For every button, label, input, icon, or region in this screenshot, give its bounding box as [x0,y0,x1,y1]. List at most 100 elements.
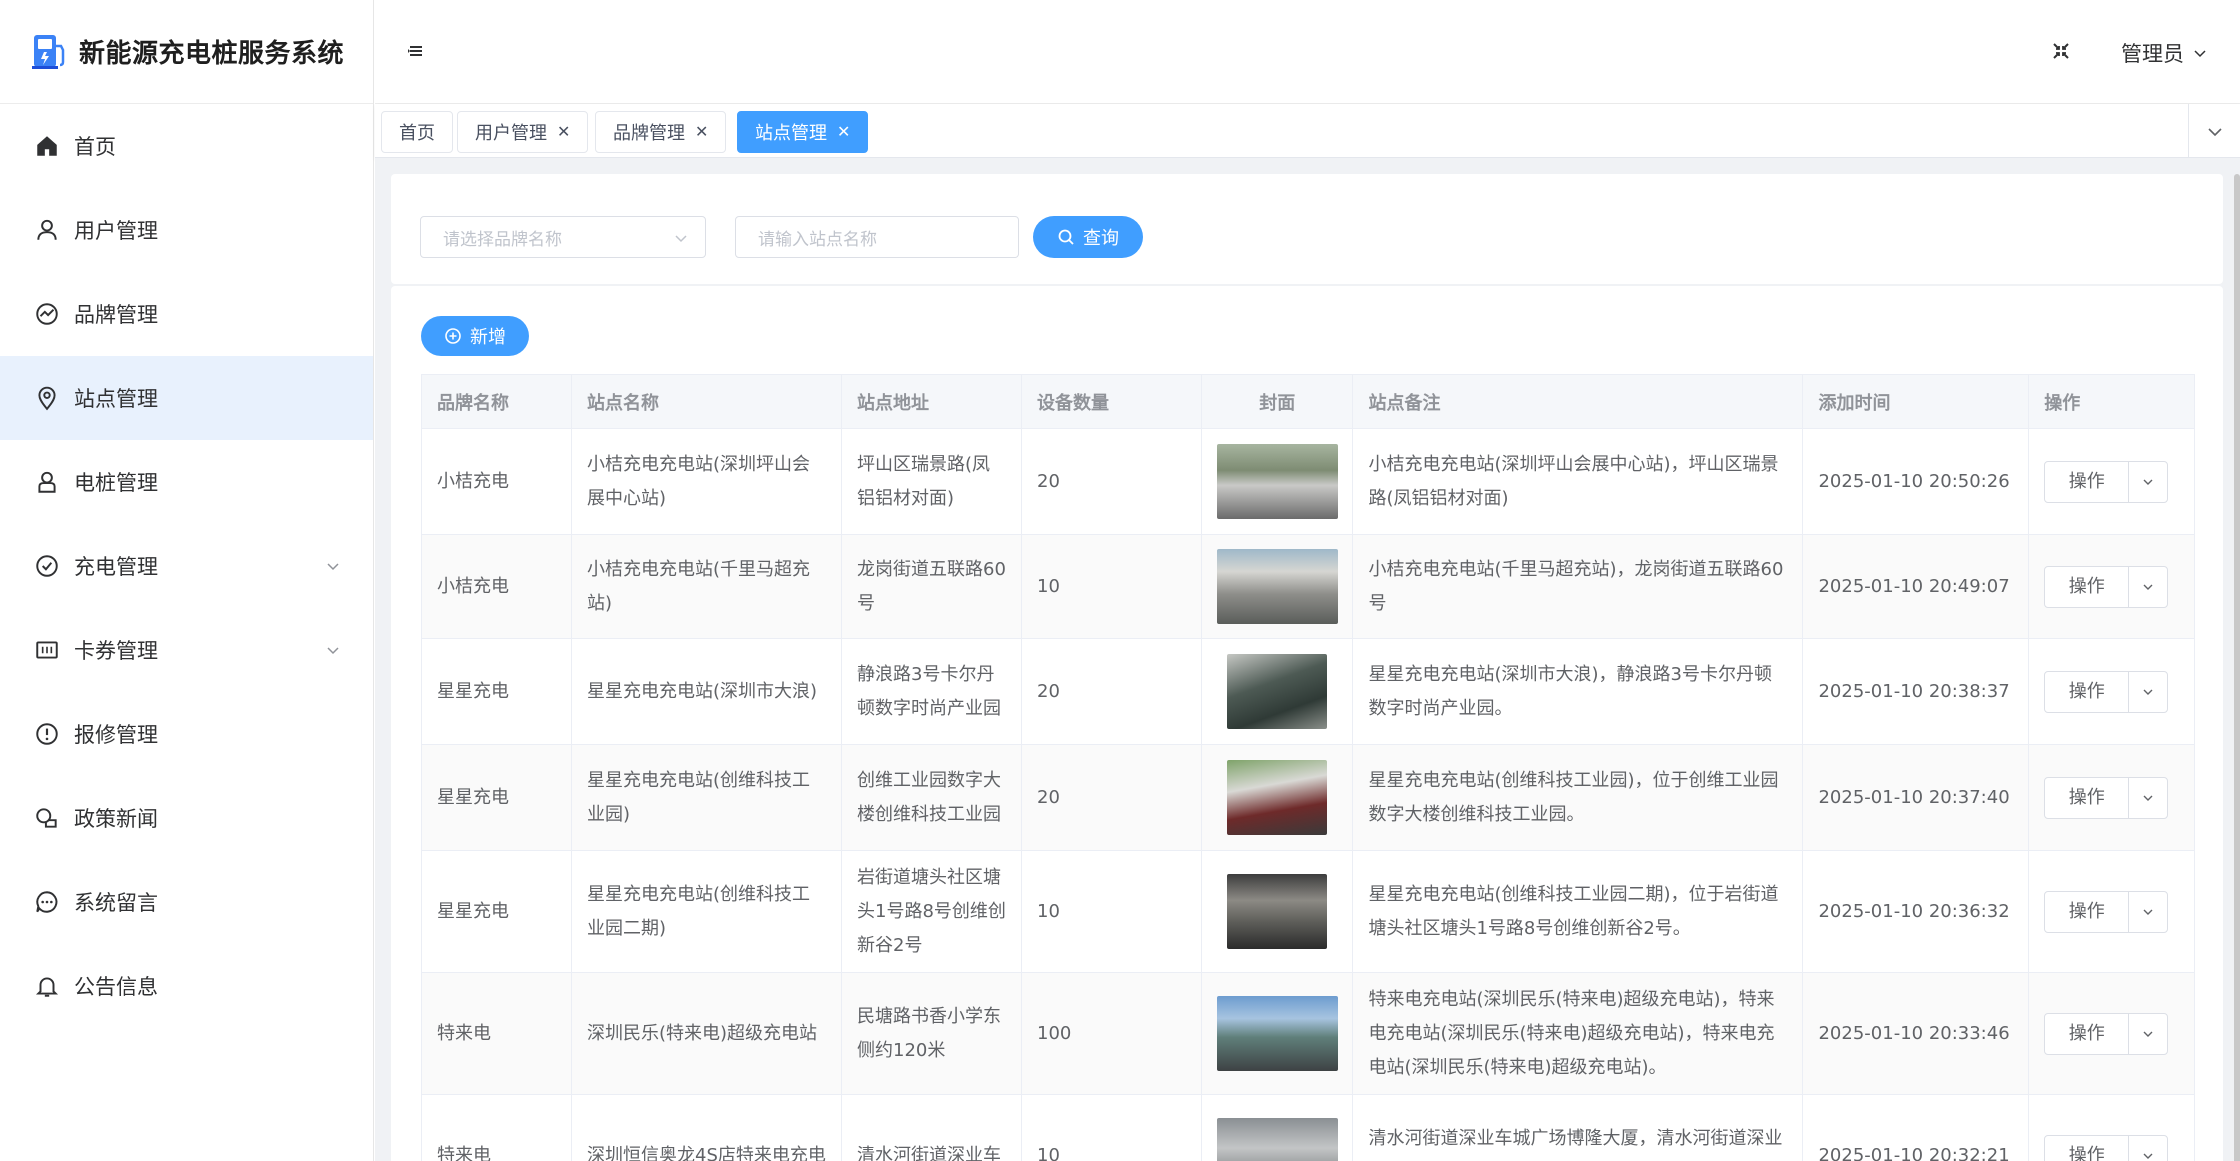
stations-table: 品牌名称 站点名称 站点地址 设备数量 封面 站点备注 添加时间 操作 小桔充电… [421,374,2195,1161]
top-header: 管理员 [375,0,2240,104]
cover-image[interactable] [1217,996,1339,1071]
cell-name: 深圳民乐(特来电)超级充电站 [570,972,843,1095]
chevron-down-icon [2207,128,2222,137]
column-header: 添加时间 [1802,374,2030,429]
cell-count: 20 [1021,428,1203,535]
cell-address: 岩街道塘头社区塘头1号路8号创维创新谷2号 [841,850,1023,973]
actions-label: 操作 [2045,566,2130,607]
column-header: 站点地址 [841,374,1023,429]
sidebar-item-charging[interactable]: 充电管理 [0,524,373,608]
actions-dropdown[interactable]: 操作 [2044,565,2169,608]
column-header: 设备数量 [1021,374,1203,429]
tab-label: 用户管理 [475,123,547,144]
chevron-down-icon[interactable] [2129,475,2167,489]
tab-users[interactable]: 用户管理 ✕ [457,111,589,153]
cell-actions: 操作 [2028,744,2195,851]
table-row: 特来电 深圳民乐(特来电)超级充电站 民塘路书香小学东侧约120米 100 特来… [421,972,2195,1095]
actions-label: 操作 [2045,461,2130,502]
vertical-scrollbar[interactable] [2234,174,2240,1161]
sidebar-item-users[interactable]: 用户管理 [0,188,373,272]
menu-toggle-icon[interactable] [407,42,425,60]
actions-dropdown[interactable]: 操作 [2044,776,2169,819]
cell-count: 20 [1021,744,1203,851]
sidebar-item-stations[interactable]: 站点管理 [0,356,373,440]
table-row: 星星充电 星星充电充电站(创维科技工业园二期) 岩街道塘头社区塘头1号路8号创维… [421,850,2195,973]
cover-image[interactable] [1217,549,1339,624]
brand-icon [34,301,60,327]
brand-select-placeholder: 请选择品牌名称 [443,229,562,250]
close-icon[interactable]: ✕ [557,124,570,140]
sidebar-item-repairs[interactable]: 报修管理 [0,692,373,776]
actions-dropdown[interactable]: 操作 [2044,670,2169,713]
cell-actions: 操作 [2028,850,2195,973]
cell-time: 2025-01-10 20:36:32 [1802,850,2030,973]
actions-dropdown[interactable]: 操作 [2044,1134,2169,1161]
cell-brand: 星星充电 [421,744,572,851]
cell-time: 2025-01-10 20:50:26 [1802,428,2030,535]
sidebar-item-home[interactable]: 首页 [0,104,373,188]
cell-cover [1201,428,1354,535]
query-button[interactable]: 查询 [1033,216,1143,258]
sidebar-item-label: 电桩管理 [74,471,158,495]
sidebar-item-label: 政策新闻 [74,807,158,831]
chevron-down-icon[interactable] [2129,905,2167,919]
actions-dropdown[interactable]: 操作 [2044,890,2169,933]
fullscreen-icon[interactable] [2052,42,2070,60]
tab-label: 首页 [399,123,435,144]
cell-brand: 小桔充电 [421,534,572,639]
app-root: 新能源充电桩服务系统 首页 用户管理 品牌管理 站点管理 电桩管理 充电管理 卡… [0,0,2240,1161]
station-name-input[interactable]: 请输入站点名称 [735,216,1019,258]
chevron-down-icon[interactable] [2129,1027,2167,1041]
actions-label: 操作 [2045,1013,2130,1054]
chevron-down-icon[interactable] [2129,685,2167,699]
add-button[interactable]: 新增 [421,316,529,356]
sidebar-item-news[interactable]: 政策新闻 [0,776,373,860]
chevron-down-icon[interactable] [2129,580,2167,594]
cell-actions: 操作 [2028,638,2195,745]
close-icon[interactable]: ✕ [837,124,850,140]
bell-icon [34,973,60,999]
actions-label: 操作 [2045,671,2130,712]
table-header-row: 品牌名称 站点名称 站点地址 设备数量 封面 站点备注 添加时间 操作 [421,374,2195,429]
cell-address: 坪山区瑞景路(凤铝铝材对面) [841,428,1023,535]
actions-dropdown[interactable]: 操作 [2044,460,2169,503]
cell-address: 龙岗街道五联路60号 [841,534,1023,639]
tab-stations[interactable]: 站点管理 ✕ [737,111,869,153]
cell-name: 小桔充电充电站(千里马超充站) [570,534,843,639]
tab-home[interactable]: 首页 [381,111,453,153]
column-header: 封面 [1201,374,1354,429]
cover-image[interactable] [1217,444,1339,519]
cell-address: 静浪路3号卡尔丹顿数字时尚产业园 [841,638,1023,745]
table-row: 特来电 深圳恒信奥龙4S店特来电充电 清水河街道深业车 10 清水河街道深业车城… [421,1094,2195,1161]
tabs-more-button[interactable] [2188,104,2240,158]
user-menu[interactable]: 管理员 [2121,38,2208,68]
sidebar-item-brands[interactable]: 品牌管理 [0,272,373,356]
column-header: 站点名称 [570,374,843,429]
actions-dropdown[interactable]: 操作 [2044,1012,2169,1055]
cell-brand: 星星充电 [421,638,572,745]
chevron-down-icon[interactable] [2129,1149,2167,1161]
close-icon[interactable]: ✕ [695,124,708,140]
tab-label: 站点管理 [755,123,827,144]
sidebar-item-label: 首页 [74,135,116,159]
cell-time: 2025-01-10 20:33:46 [1802,972,2030,1095]
cover-image[interactable] [1227,654,1328,729]
cell-remark: 星星充电充电站(创维科技工业园)，位于创维工业园数字大楼创维科技工业园。 [1352,744,1804,851]
tab-brands[interactable]: 品牌管理 ✕ [595,111,727,153]
sidebar-item-notices[interactable]: 公告信息 [0,944,373,1028]
cover-image[interactable] [1227,874,1328,949]
brand-select[interactable]: 请选择品牌名称 [420,216,706,258]
chevron-down-icon [2194,50,2206,58]
chevron-down-icon[interactable] [2129,791,2167,805]
cover-image[interactable] [1227,760,1328,835]
table-row: 星星充电 星星充电充电站(深圳市大浪) 静浪路3号卡尔丹顿数字时尚产业园 20 … [421,638,2195,745]
cell-count: 10 [1021,534,1203,639]
chevron-down-icon [327,563,339,571]
coupon-icon [34,637,60,663]
sidebar-item-label: 系统留言 [74,891,158,915]
sidebar-item-messages[interactable]: 系统留言 [0,860,373,944]
sidebar-item-chargers[interactable]: 电桩管理 [0,440,373,524]
sidebar-item-coupons[interactable]: 卡券管理 [0,608,373,692]
charging-pile-logo-icon [32,34,65,69]
cover-image[interactable] [1217,1118,1339,1161]
